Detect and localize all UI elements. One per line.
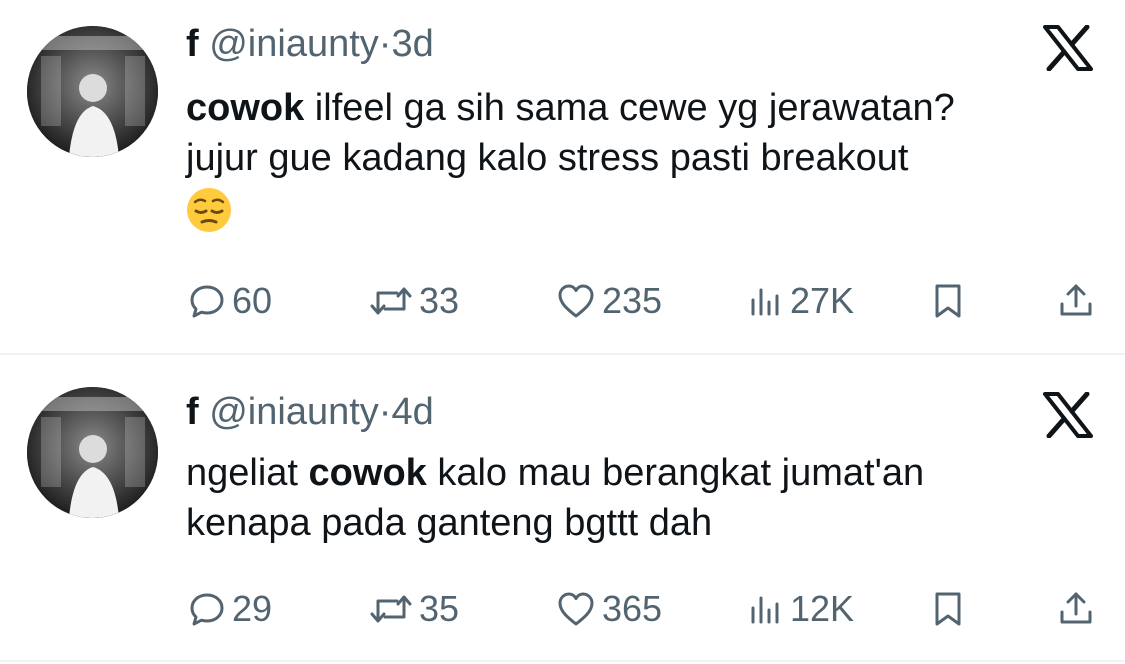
display-name[interactable]: f: [186, 391, 199, 433]
bold-word: cowok: [186, 87, 305, 129]
share-button[interactable]: [1058, 276, 1094, 326]
share-icon: [1060, 284, 1092, 316]
tweet-header: f @iniaunty·3d: [186, 22, 434, 66]
repost-button[interactable]: 33: [369, 276, 459, 326]
display-name[interactable]: f: [186, 23, 199, 65]
tweet-text: cowok ilfeel ga sih sama cewe yg jerawat…: [186, 83, 1106, 238]
tweet-line: jujur gue kadang kalo stress pasti break…: [186, 133, 1106, 183]
avatar[interactable]: [27, 26, 158, 157]
like-button[interactable]: 365: [556, 584, 662, 634]
x-logo-icon: [1043, 391, 1093, 439]
view-count: 27K: [790, 280, 855, 321]
line-text: ilfeel ga sih sama cewe yg jerawatan?: [304, 87, 955, 129]
tweet-divider: [0, 660, 1125, 662]
views-button[interactable]: 27K: [748, 276, 854, 326]
view-count: 12K: [790, 588, 855, 629]
reply-count: 29: [232, 588, 273, 629]
tweet-line: ngeliat cowok kalo mau berangkat jumat'a…: [186, 448, 1106, 498]
line-text: ngeliat: [186, 452, 309, 494]
handle[interactable]: @iniaunty: [209, 23, 379, 65]
bookmark-button[interactable]: [932, 276, 964, 326]
like-count: 235: [602, 280, 663, 321]
tweet-2[interactable]: f @iniaunty·4d ngeliat cowok kalo mau be…: [0, 355, 1125, 664]
pensive-face-emoji: [186, 187, 232, 233]
tweet-line: [186, 187, 1106, 238]
tweet-header: f @iniaunty·4d: [186, 390, 434, 434]
line-text: jujur gue kadang kalo stress pasti break…: [186, 137, 909, 179]
repost-count: 35: [419, 588, 460, 629]
timestamp[interactable]: 4d: [391, 391, 433, 433]
share-button[interactable]: [1058, 584, 1094, 634]
reply-icon: [190, 593, 224, 626]
like-button[interactable]: 235: [556, 276, 662, 326]
repost-button[interactable]: 35: [369, 584, 459, 634]
tweet-actions: 60 33 235 27K: [0, 276, 1125, 326]
bookmark-icon: [935, 592, 961, 626]
tweet-line: kenapa pada ganteng bgttt dah: [186, 498, 1106, 548]
tweet-1[interactable]: f @iniaunty·3d cowok ilfeel ga sih sama …: [0, 0, 1125, 355]
separator: ·: [378, 23, 392, 65]
repost-count: 33: [419, 280, 460, 321]
bookmark-button[interactable]: [932, 584, 964, 634]
separator: ·: [378, 391, 392, 433]
share-icon: [1060, 592, 1092, 624]
reply-button[interactable]: 60: [188, 276, 272, 326]
views-icon: [751, 596, 779, 624]
reply-icon: [190, 285, 224, 318]
timestamp[interactable]: 3d: [391, 23, 433, 65]
repost-icon: [370, 595, 412, 623]
like-icon: [558, 592, 594, 626]
bold-word: cowok: [308, 452, 427, 494]
views-button[interactable]: 12K: [748, 584, 854, 634]
tweet-actions: 29 35 365 12K: [0, 584, 1125, 634]
tweet-line: cowok ilfeel ga sih sama cewe yg jerawat…: [186, 83, 1106, 133]
x-logo-icon: [1043, 24, 1093, 72]
views-icon: [751, 288, 779, 316]
handle[interactable]: @iniaunty: [209, 391, 379, 433]
tweet-text: ngeliat cowok kalo mau berangkat jumat'a…: [186, 448, 1106, 548]
reply-button[interactable]: 29: [188, 584, 272, 634]
repost-icon: [370, 287, 412, 315]
reply-count: 60: [232, 280, 273, 321]
avatar[interactable]: [27, 387, 158, 518]
bookmark-icon: [935, 284, 961, 318]
like-icon: [558, 284, 594, 318]
like-count: 365: [602, 588, 663, 629]
line-text: kalo mau berangkat jumat'an: [426, 452, 925, 494]
line-text: kenapa pada ganteng bgttt dah: [186, 502, 713, 544]
